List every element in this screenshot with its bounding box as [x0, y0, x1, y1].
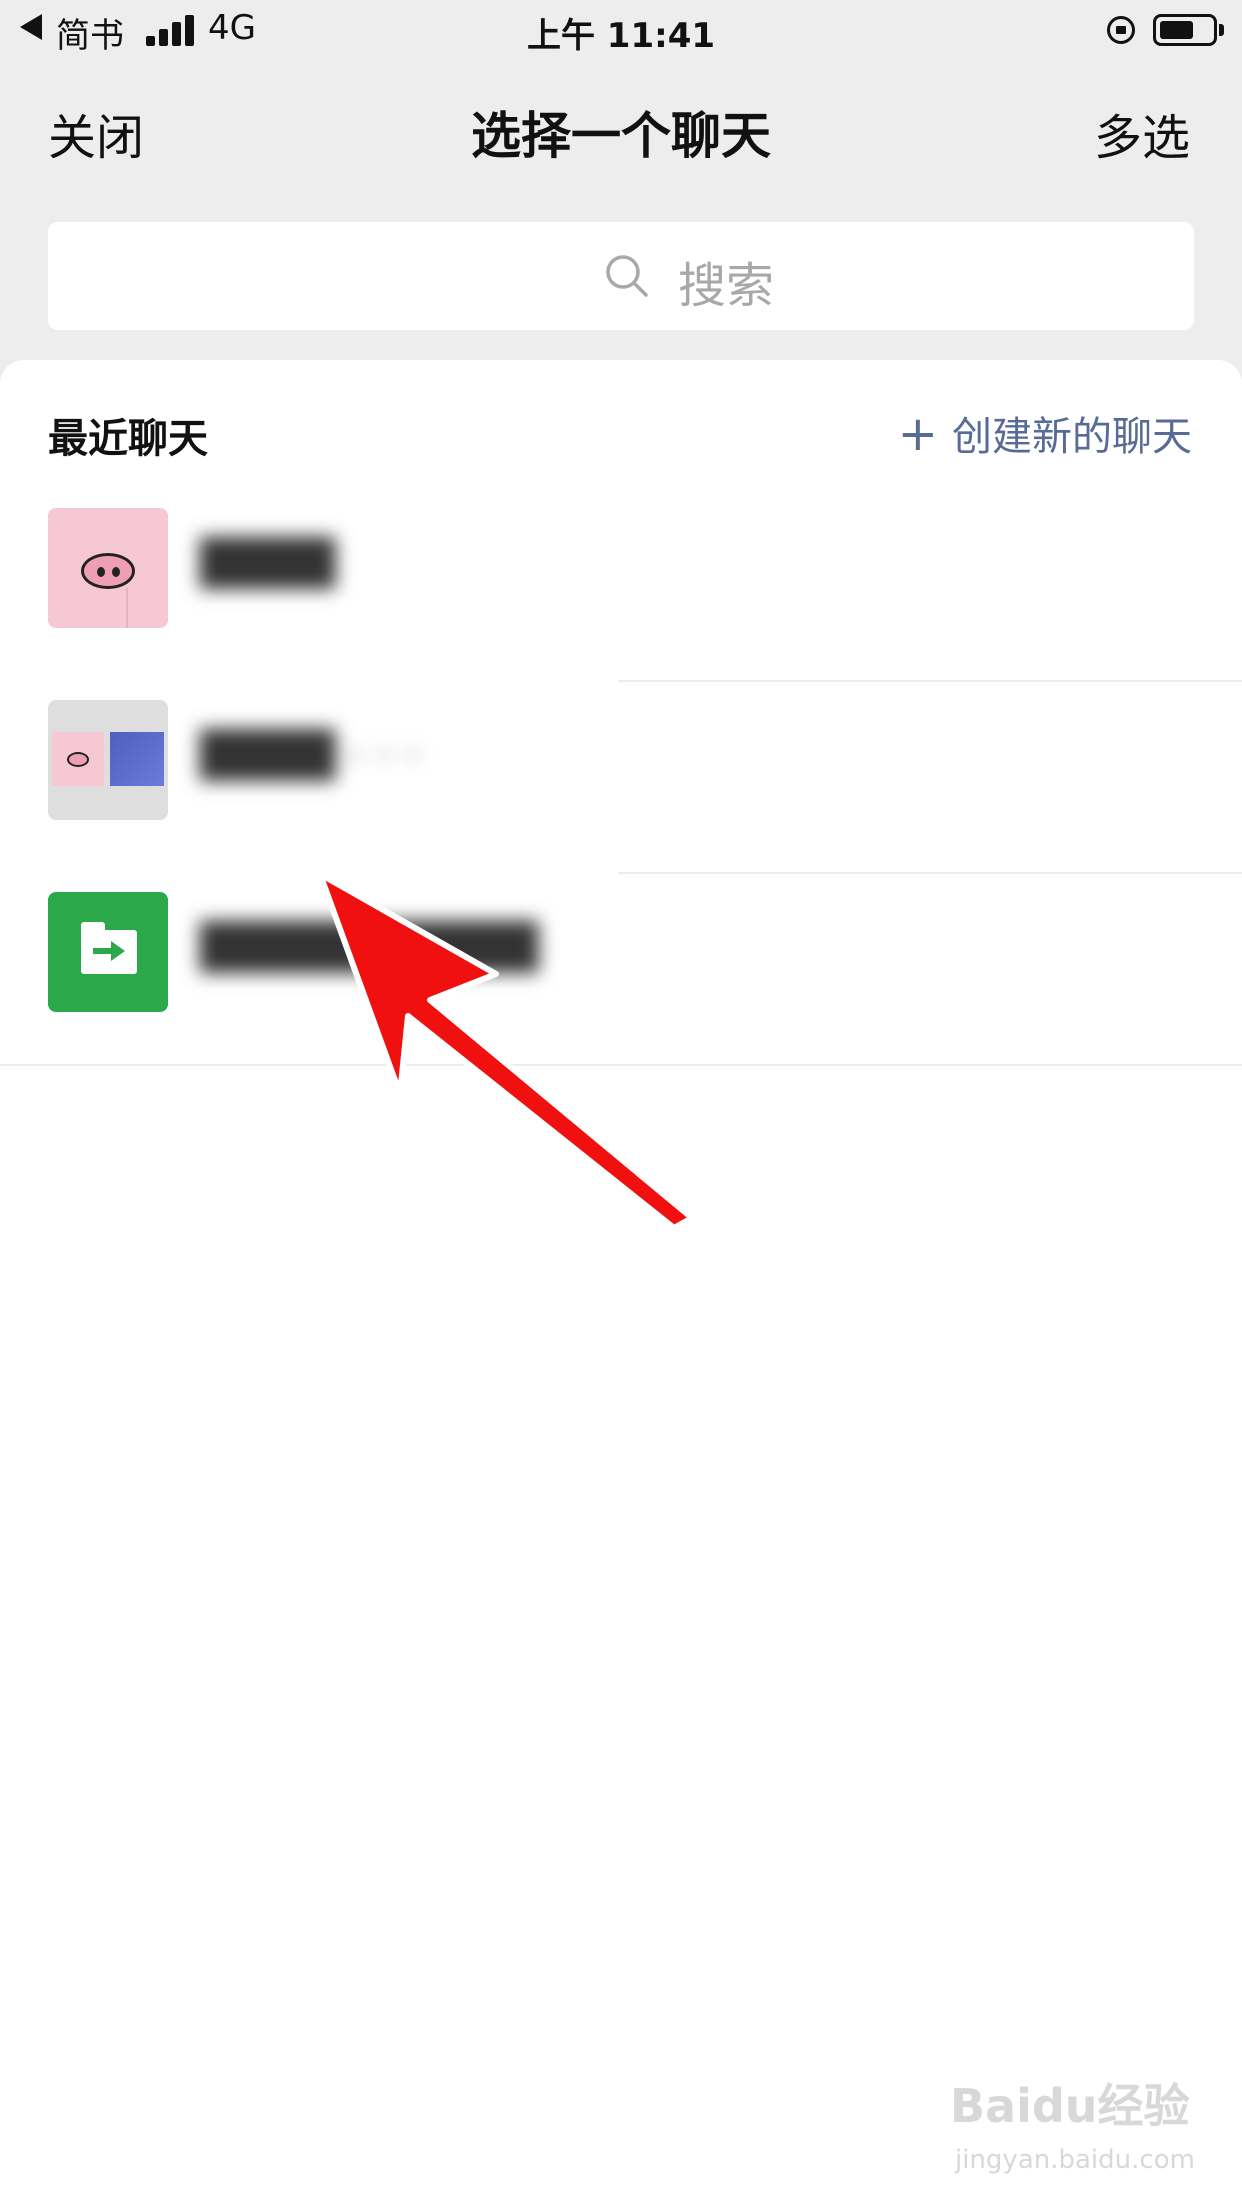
chat-name: ████: [200, 538, 336, 589]
file-transfer-avatar: [48, 892, 168, 1012]
multi-select-button[interactable]: 多选: [1094, 98, 1190, 168]
rotation-lock-icon: [1107, 16, 1135, 44]
plus-icon: +: [897, 406, 938, 462]
group-avatar: [48, 700, 168, 820]
header-area: 简书 4G 上午 11:41 关闭 选择一个聊天 多选 搜索: [0, 0, 1242, 380]
create-chat-label: 创建新的聊天: [952, 414, 1192, 460]
folder-icon: [81, 922, 137, 974]
chat-row[interactable]: ████: [0, 490, 1242, 682]
watermark-url: jingyan.baidu.com: [955, 2145, 1195, 2175]
search-icon: [606, 255, 648, 297]
chat-row[interactable]: ████ · · ·: [0, 682, 1242, 874]
pig-snout-icon: [81, 553, 135, 589]
create-chat-button[interactable]: + 创建新的聊天: [898, 404, 1192, 462]
status-bar: 简书 4G 上午 11:41: [0, 0, 1242, 62]
search-placeholder: 搜索: [678, 258, 775, 314]
clock: 上午 11:41: [526, 16, 716, 56]
chat-list-sheet: 最近聊天 +创建新的聊天 ████ ████ · · · ██████████: [0, 360, 1242, 2208]
search-input[interactable]: 搜索: [48, 222, 1194, 330]
annotation-arrow-icon: [317, 871, 695, 1231]
pig-avatar: [48, 508, 168, 628]
battery-icon: [1153, 14, 1217, 46]
page-title: 选择一个聊天: [471, 107, 771, 165]
battery-cap: [1219, 24, 1224, 36]
battery-level: [1160, 21, 1193, 39]
arrow-right-icon: [93, 941, 125, 961]
pig-snout-icon: [67, 752, 89, 767]
chat-name: ████ · · ·: [200, 730, 420, 781]
watermark-logo: Baidu经验: [950, 2079, 1190, 2133]
section-title: 最近聊天: [48, 416, 208, 462]
